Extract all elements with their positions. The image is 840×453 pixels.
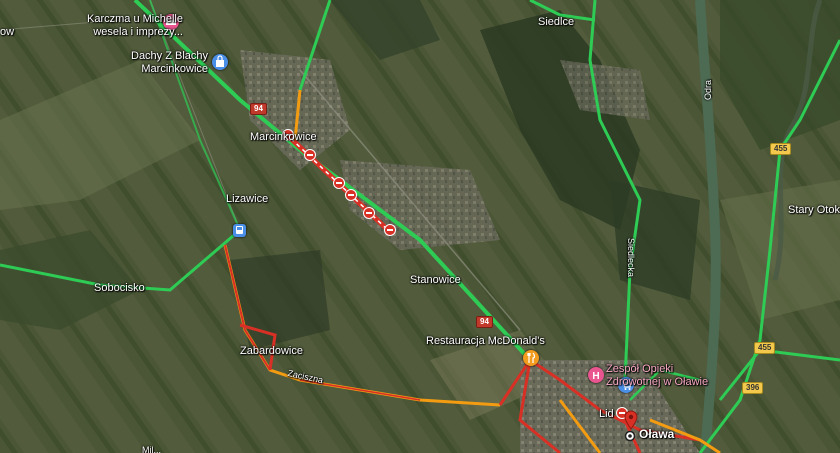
road-closed-icon[interactable] <box>345 189 357 201</box>
poi-label-zespol[interactable]: Zespół Opieki Zdrowotnej w Oławie <box>606 363 708 389</box>
village-label-zabardowice[interactable]: Zabardowice <box>240 345 303 358</box>
road-closed-icon[interactable] <box>363 207 375 219</box>
street-label-siedlecka: Siedlecka <box>626 238 636 278</box>
road-closed-icon[interactable] <box>304 149 316 161</box>
route-455-shield: 455 <box>754 342 776 354</box>
karczma-name: Karczma u Michelle <box>87 13 183 25</box>
karczma-desc: wesela i imprezy... <box>93 26 183 38</box>
dachy-name: Dachy Z Blachy <box>131 50 209 62</box>
edge-label-bottom-left: Mil... <box>142 445 161 453</box>
hospital-icon[interactable]: H <box>588 367 604 383</box>
road-closed-icon[interactable] <box>333 177 345 189</box>
village-label-siedlce[interactable]: Siedlce <box>538 16 574 29</box>
city-label-olawa[interactable]: Oława <box>639 428 674 441</box>
zespol-desc: Zdrowotnej w Oławie <box>606 376 709 388</box>
village-label-lizawice[interactable]: Lizawice <box>226 193 268 206</box>
map-view[interactable]: H 94 94 455 455 396 ow Karczma u Michell… <box>0 0 840 453</box>
route-455-shield: 455 <box>770 143 792 155</box>
route-396-shield: 396 <box>742 382 764 394</box>
zespol-name: Zespół Opieki <box>606 363 674 375</box>
route-94-shield: 94 <box>250 103 267 115</box>
river-label-odra: Odra <box>703 79 713 100</box>
place-label-karczma[interactable]: Karczma u Michelle wesela i imprezy... <box>87 13 183 39</box>
village-label-sobocisko[interactable]: Sobocisko <box>94 282 145 295</box>
poi-label-mcdonalds[interactable]: Restauracja McDonald's <box>426 335 545 348</box>
fork-knife-icon[interactable] <box>523 350 539 366</box>
route-94-shield: 94 <box>476 316 493 328</box>
dachy-desc: Marcinkowice <box>141 63 209 75</box>
shopping-bag-icon[interactable] <box>212 54 228 70</box>
road-closed-icon[interactable] <box>384 224 396 236</box>
edge-label-west: ow <box>0 26 15 38</box>
svg-text:H: H <box>592 371 599 382</box>
village-label-stary-otok[interactable]: Stary Otok <box>788 204 840 217</box>
village-label-stanowice[interactable]: Stanowice <box>410 274 461 287</box>
poi-label-lidl[interactable]: Lid <box>599 408 614 421</box>
bus-icon[interactable] <box>233 224 246 237</box>
village-label-marcinkowice[interactable]: Marcinkowice <box>250 131 317 144</box>
place-label-dachy[interactable]: Dachy Z Blachy Marcinkowice <box>131 50 208 76</box>
map-imagery <box>0 0 840 453</box>
